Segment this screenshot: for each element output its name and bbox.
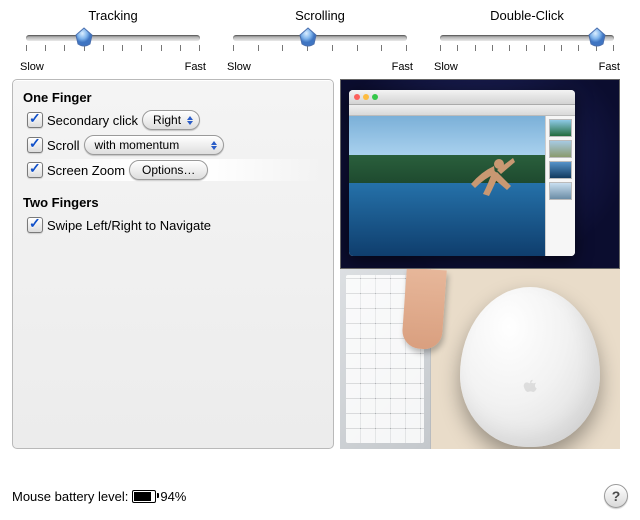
thumbnail-icon [549,161,572,179]
doubleclick-slider[interactable] [432,27,622,59]
tracking-high-label: Fast [185,61,206,73]
gesture-preview-panel [340,79,620,449]
tracking-slider[interactable] [18,27,208,59]
thumbnail-icon [549,140,572,158]
preview-mouse-demo [340,269,620,449]
popup-arrows-icon [184,112,196,128]
window-zoom-icon [372,94,378,100]
diver-illustration-icon [461,150,521,210]
battery-icon [132,490,156,503]
secondary-click-label: Secondary click [47,113,138,128]
scroll-checkbox[interactable] [27,137,43,153]
secondary-click-checkbox[interactable] [27,112,43,128]
scroll-momentum-popup[interactable]: with momentum [84,135,224,155]
finger-illustration-icon [401,269,446,350]
battery-label: Mouse battery level: [12,489,128,504]
two-fingers-heading: Two Fingers [23,195,323,210]
tracking-title: Tracking [18,8,208,23]
thumbnail-icon [549,182,572,200]
swipe-navigate-checkbox[interactable] [27,217,43,233]
scrolling-slider[interactable] [225,27,415,59]
screen-zoom-options-button[interactable]: Options… [129,160,208,180]
window-minimize-icon [363,94,369,100]
gesture-options-panel: One Finger Secondary click Right Scroll … [12,79,334,449]
scroll-label: Scroll [47,138,80,153]
battery-status: Mouse battery level: 94% [12,489,186,504]
tracking-slider-block: Tracking Slow Fast [18,8,208,73]
help-icon: ? [612,488,621,504]
doubleclick-high-label: Fast [599,61,620,73]
scrolling-title: Scrolling [225,8,415,23]
scroll-row: Scroll with momentum [27,134,323,156]
battery-percent: 94% [160,489,186,504]
help-button[interactable]: ? [604,484,628,508]
doubleclick-title: Double-Click [432,8,622,23]
screen-zoom-row: Screen Zoom Options… [27,159,323,181]
window-close-icon [354,94,360,100]
mouse-illustration-icon [460,287,600,447]
popup-arrows-icon [208,137,220,153]
secondary-click-popup[interactable]: Right [142,110,200,130]
thumbnail-icon [549,119,572,137]
swipe-navigate-row: Swipe Left/Right to Navigate [27,214,323,236]
one-finger-heading: One Finger [23,90,323,105]
screen-zoom-checkbox[interactable] [27,162,43,178]
preview-screen-demo [340,79,620,269]
doubleclick-slider-block: Double-Click Slow Fast [432,8,622,73]
swipe-navigate-label: Swipe Left/Right to Navigate [47,218,211,233]
scrolling-slider-block: Scrolling Slow Fast [225,8,415,73]
scrolling-high-label: Fast [392,61,413,73]
doubleclick-low-label: Slow [434,61,458,73]
screen-zoom-label: Screen Zoom [47,163,125,178]
secondary-click-row: Secondary click Right [27,109,323,131]
scrolling-low-label: Slow [227,61,251,73]
tracking-low-label: Slow [20,61,44,73]
